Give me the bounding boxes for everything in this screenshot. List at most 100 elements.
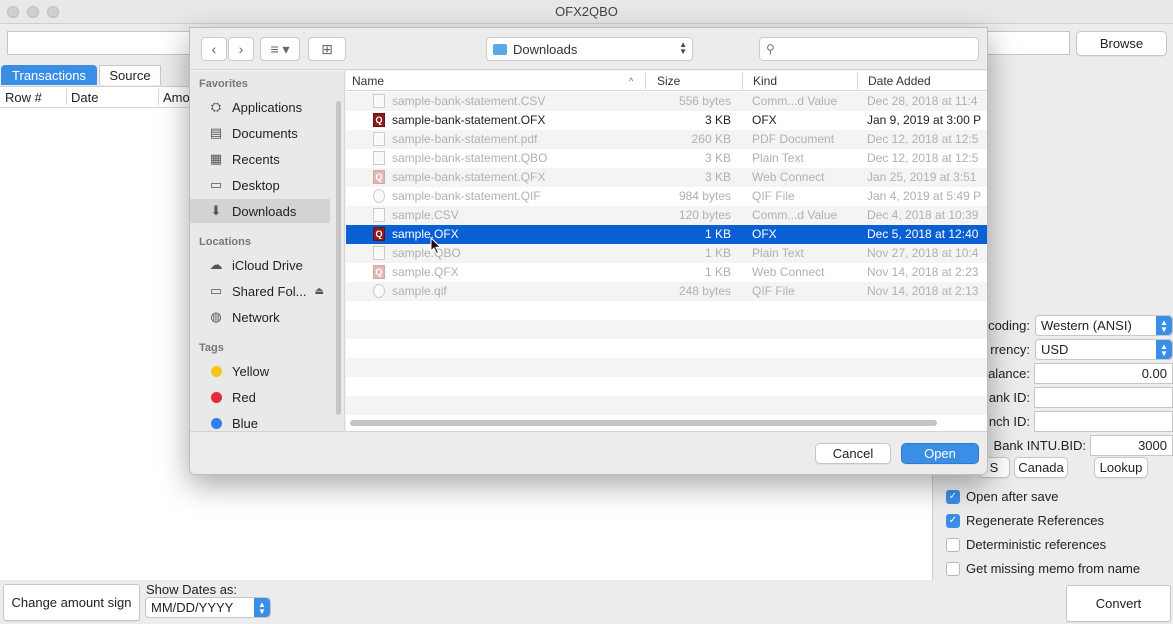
window-title: OFX2QBO	[555, 4, 618, 19]
sidebar-item-shared[interactable]: ▭ Shared Fol... ⏏	[190, 279, 330, 303]
checkmark-icon: ✓	[946, 513, 960, 528]
search-input[interactable]: ⚲	[759, 37, 979, 61]
sidebar-item-tag-yellow[interactable]: Yellow	[190, 359, 330, 383]
locations-heading: Locations	[199, 236, 251, 248]
quicken-file-icon: Q	[373, 265, 385, 279]
regenerate-references-checkbox[interactable]: ✓ Regenerate References	[946, 513, 1104, 528]
open-after-save-checkbox[interactable]: ✓ Open after save	[946, 489, 1059, 504]
qif-file-icon	[373, 189, 385, 203]
lookup-button[interactable]: Lookup	[1094, 457, 1148, 478]
sidebar-item-tag-red[interactable]: Red	[190, 385, 330, 409]
qif-file-icon	[373, 284, 385, 298]
file-row[interactable]: sample-bank-statement.QBO 3 KB Plain Tex…	[346, 149, 987, 168]
chevron-updown-icon: ▲ ▼	[1156, 316, 1172, 335]
column-header-kind[interactable]: Kind	[753, 74, 777, 88]
downloads-folder-icon	[493, 43, 507, 55]
folder-icon: ⊞	[321, 40, 333, 57]
sidebar-item-desktop[interactable]: ▭ Desktop	[190, 173, 330, 197]
browse-button[interactable]: Browse	[1076, 31, 1167, 56]
encoding-value: Western (ANSI)	[1041, 318, 1132, 333]
sidebar-scrollbar[interactable]	[336, 101, 341, 415]
file-row[interactable]: sample-bank-statement.CSV 556 bytes Comm…	[346, 92, 987, 111]
globe-icon: ◍	[210, 309, 222, 324]
column-header-date-added[interactable]: Date Added	[868, 74, 931, 88]
file-list-header: Name ^ Size Kind Date Added	[346, 71, 987, 91]
yellow-tag-icon	[210, 365, 222, 377]
document-icon: ▤	[209, 125, 223, 140]
intu-bid-input[interactable]: 3000	[1090, 435, 1173, 456]
dialog-footer: Cancel Open	[190, 431, 987, 474]
tags-heading: Tags	[199, 342, 224, 354]
open-button[interactable]: Open	[901, 443, 979, 464]
cancel-button[interactable]: Cancel	[815, 443, 891, 464]
encoding-select[interactable]: Western (ANSI) ▲ ▼	[1035, 315, 1173, 336]
file-list: Name ^ Size Kind Date Added sample-bank-…	[346, 71, 987, 431]
sort-ascending-icon: ^	[629, 76, 634, 86]
column-header-name[interactable]: Name	[352, 74, 384, 88]
date-format-select[interactable]: MM/DD/YYYY ▲ ▼	[145, 597, 271, 618]
eject-icon[interactable]: ⏏	[315, 286, 324, 297]
file-row[interactable]: Q sample-bank-statement.QFX 3 KB Web Con…	[346, 168, 987, 187]
chevron-updown-icon: ▲ ▼	[1156, 340, 1172, 359]
favorites-heading: Favorites	[199, 78, 248, 90]
column-header-size[interactable]: Size	[657, 74, 680, 88]
file-row[interactable]: Q sample-bank-statement.OFX 3 KB OFX Jan…	[346, 111, 987, 130]
checkmark-icon: ✓	[946, 489, 960, 504]
missing-memo-checkbox[interactable]: Get missing memo from name	[946, 561, 1140, 576]
recents-icon: ▦	[209, 151, 223, 166]
sidebar-item-downloads[interactable]: ⬇ Downloads	[190, 199, 330, 223]
dialog-toolbar: ‹ › ≡ ▾ ⊞ Downloads ▲ ▼ ⚲	[190, 28, 987, 70]
text-file-icon	[373, 151, 385, 165]
file-row[interactable]: sample.QBO 1 KB Plain Text Nov 27, 2018 …	[346, 244, 987, 263]
sidebar-item-documents[interactable]: ▤ Documents	[190, 121, 330, 145]
forward-button[interactable]: ›	[228, 37, 254, 61]
column-header-amount[interactable]: Amo	[163, 90, 190, 105]
new-folder-button[interactable]: ⊞	[308, 37, 346, 61]
quicken-file-icon: Q	[373, 170, 385, 184]
open-file-dialog: ‹ › ≡ ▾ ⊞ Downloads ▲ ▼ ⚲ Favorites ⛭ Appl…	[189, 27, 988, 475]
sidebar-item-icloud[interactable]: ☁ iCloud Drive	[190, 253, 330, 277]
balance-input[interactable]: 0.00	[1034, 363, 1173, 384]
show-dates-label: Show Dates as:	[146, 582, 238, 597]
file-row[interactable]: sample-bank-statement.pdf 260 KB PDF Doc…	[346, 130, 987, 149]
file-row[interactable]: sample.qif 248 bytes QIF File Nov 14, 20…	[346, 282, 987, 301]
text-file-icon	[373, 246, 385, 260]
chevron-left-icon: ‹	[211, 41, 217, 57]
back-button[interactable]: ‹	[201, 37, 227, 61]
currency-select[interactable]: USD ▲ ▼	[1035, 339, 1173, 360]
file-row[interactable]: sample-bank-statement.QIF 984 bytes QIF …	[346, 187, 987, 206]
cloud-icon: ☁	[209, 257, 223, 272]
red-tag-icon	[210, 391, 222, 403]
title-bar: OFX2QBO	[0, 0, 1173, 24]
tab-transactions[interactable]: Transactions	[1, 65, 97, 85]
change-amount-sign-button[interactable]: Change amount sign	[3, 584, 140, 621]
quicken-file-icon: Q	[373, 227, 385, 241]
csv-file-icon	[373, 94, 385, 108]
view-options-button[interactable]: ≡ ▾	[260, 37, 300, 61]
column-header-row[interactable]: Row #	[5, 90, 42, 105]
column-header-date[interactable]: Date	[71, 90, 98, 105]
deterministic-references-checkbox[interactable]: Deterministic references	[946, 537, 1106, 552]
canada-button[interactable]: Canada	[1014, 457, 1068, 478]
sidebar-item-recents[interactable]: ▦ Recents	[190, 147, 330, 171]
chevron-updown-icon: ▲ ▼	[254, 598, 270, 617]
sidebar-item-applications[interactable]: ⛭ Applications	[190, 95, 330, 119]
bank-id-input[interactable]	[1034, 387, 1173, 408]
pdf-file-icon	[373, 132, 385, 146]
file-row-selected[interactable]: Q sample.OFX 1 KB OFX Dec 5, 2018 at 12:…	[346, 225, 987, 244]
dialog-sidebar: Favorites ⛭ Applications ▤ Documents ▦ Rece…	[190, 71, 345, 431]
desktop-icon: ▭	[209, 177, 223, 192]
branch-id-input[interactable]	[1034, 411, 1173, 432]
sidebar-item-network[interactable]: ◍ Network	[190, 305, 330, 329]
file-row[interactable]: sample.CSV 120 bytes Comm...d Value Dec …	[346, 206, 987, 225]
mouse-cursor-icon	[430, 237, 442, 255]
tab-source[interactable]: Source	[99, 65, 161, 85]
date-format-value: MM/DD/YYYY	[151, 600, 234, 615]
file-row[interactable]: Q sample.QFX 1 KB Web Connect Nov 14, 20…	[346, 263, 987, 282]
quicken-file-icon: Q	[373, 113, 385, 127]
chevron-right-icon: ›	[238, 41, 244, 57]
convert-button[interactable]: Convert	[1066, 585, 1171, 622]
location-popup[interactable]: Downloads ▲ ▼	[486, 37, 693, 61]
download-icon: ⬇	[210, 203, 222, 218]
horizontal-scrollbar[interactable]	[350, 420, 937, 426]
